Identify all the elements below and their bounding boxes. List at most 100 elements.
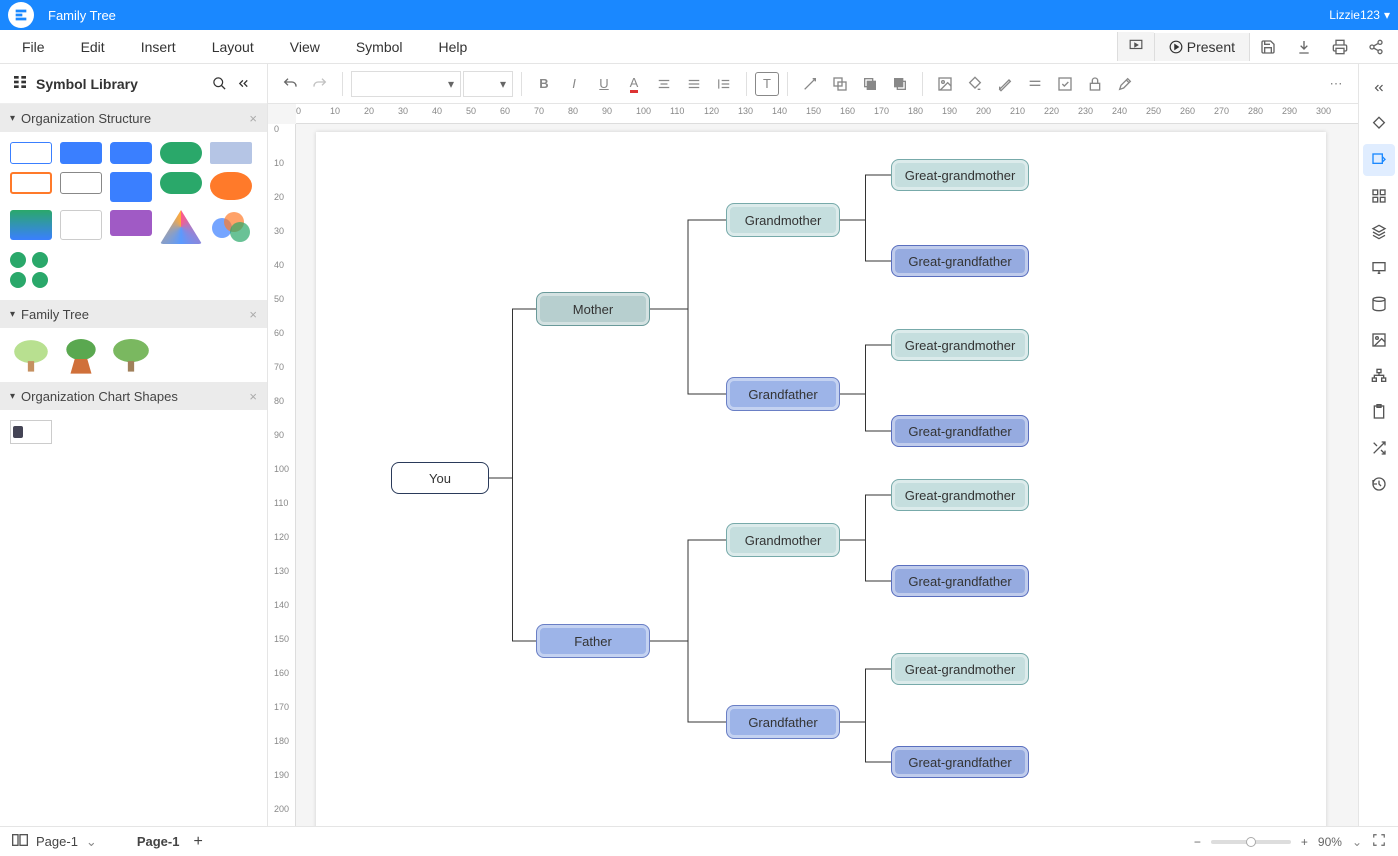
menu-file[interactable]: File (4, 39, 63, 55)
redo-button[interactable] (306, 70, 334, 98)
present-button[interactable]: Present (1154, 33, 1250, 61)
zoom-in-button[interactable]: + (1301, 835, 1308, 849)
shape-thumb[interactable] (210, 210, 252, 244)
connector-button[interactable] (796, 70, 824, 98)
page-select[interactable]: Page-1 (36, 834, 78, 849)
node-father[interactable]: Father (536, 624, 650, 658)
more-icon[interactable]: ⋯ (1322, 70, 1350, 98)
undo-button[interactable] (276, 70, 304, 98)
node-ggf4[interactable]: Great-grandfather (891, 746, 1029, 778)
close-icon[interactable]: × (249, 111, 257, 126)
tree-icon[interactable] (10, 338, 52, 372)
node-gm2[interactable]: Grandmother (726, 523, 840, 557)
fill-panel-icon[interactable] (1363, 108, 1395, 140)
shape-thumb[interactable] (60, 172, 102, 194)
shape-thumb[interactable] (160, 172, 202, 194)
shape-thumb[interactable] (10, 420, 52, 444)
shape-thumb[interactable] (160, 210, 202, 244)
slideshow-button[interactable] (1117, 32, 1154, 61)
menu-edit[interactable]: Edit (63, 39, 123, 55)
history-panel-icon[interactable] (1363, 468, 1395, 500)
shape-thumb[interactable] (160, 142, 202, 164)
shape-thumb[interactable] (210, 142, 252, 164)
zoom-level[interactable]: 90% (1318, 835, 1342, 849)
shape-thumb[interactable] (10, 142, 52, 164)
page[interactable]: You Mother Father Grandmother Grandfather Gra… (316, 132, 1326, 826)
app-logo[interactable] (8, 2, 34, 28)
font-color-button[interactable]: A (620, 70, 648, 98)
checkbox-button[interactable] (1051, 70, 1079, 98)
node-ggm4[interactable]: Great-grandmother (891, 653, 1029, 685)
bring-front-button[interactable] (856, 70, 884, 98)
shape-thumb[interactable] (110, 142, 152, 164)
send-back-button[interactable] (886, 70, 914, 98)
node-gf2[interactable]: Grandfather (726, 705, 840, 739)
image-panel-icon[interactable] (1363, 324, 1395, 356)
node-ggm1[interactable]: Great-grandmother (891, 159, 1029, 191)
page-tab[interactable]: Page-1 (137, 834, 180, 849)
grid-panel-icon[interactable] (1363, 180, 1395, 212)
close-icon[interactable]: × (249, 389, 257, 404)
shape-thumb[interactable] (10, 172, 52, 194)
group-button[interactable] (826, 70, 854, 98)
align-horizontal-button[interactable] (650, 70, 678, 98)
node-you[interactable]: You (391, 462, 489, 494)
close-icon[interactable]: × (249, 307, 257, 322)
image-button[interactable] (931, 70, 959, 98)
menu-layout[interactable]: Layout (194, 39, 272, 55)
shape-thumb[interactable] (110, 172, 152, 202)
tree-icon[interactable] (110, 338, 152, 372)
canvas[interactable]: 0102030405060708090100110120130140150160… (268, 104, 1358, 826)
node-ggf2[interactable]: Great-grandfather (891, 415, 1029, 447)
shape-thumb[interactable] (210, 172, 252, 200)
menu-help[interactable]: Help (421, 39, 486, 55)
print-button[interactable] (1322, 33, 1358, 61)
node-ggf1[interactable]: Great-grandfather (891, 245, 1029, 277)
shape-thumb[interactable] (60, 142, 102, 164)
org-panel-icon[interactable] (1363, 360, 1395, 392)
lock-button[interactable] (1081, 70, 1109, 98)
text-tool-button[interactable]: T (755, 72, 779, 96)
share-button[interactable] (1358, 33, 1394, 61)
zoom-slider[interactable] (1211, 840, 1291, 844)
tree-icon[interactable] (60, 338, 102, 372)
save-button[interactable] (1250, 33, 1286, 61)
layers-panel-icon[interactable] (1363, 216, 1395, 248)
menu-insert[interactable]: Insert (123, 39, 194, 55)
line-color-button[interactable] (991, 70, 1019, 98)
add-page-button[interactable]: + (193, 833, 202, 851)
shape-thumb[interactable] (60, 210, 102, 240)
chevron-down-icon[interactable]: ⌄ (1352, 835, 1362, 849)
zoom-out-button[interactable]: − (1194, 835, 1201, 849)
node-ggf3[interactable]: Great-grandfather (891, 565, 1029, 597)
align-vertical-button[interactable] (680, 70, 708, 98)
category-family-tree[interactable]: ▾Family Tree× (0, 300, 267, 328)
underline-button[interactable]: U (590, 70, 618, 98)
category-org-chart-shapes[interactable]: ▾Organization Chart Shapes× (0, 382, 267, 410)
node-gm1[interactable]: Grandmother (726, 203, 840, 237)
node-mother[interactable]: Mother (536, 292, 650, 326)
category-org-structure[interactable]: ▾Organization Structure× (0, 104, 267, 132)
clipboard-panel-icon[interactable] (1363, 396, 1395, 428)
menu-view[interactable]: View (272, 39, 338, 55)
font-size-select[interactable]: ▾ (463, 71, 513, 97)
theme-panel-icon[interactable] (1363, 144, 1395, 176)
fullscreen-button[interactable] (1372, 833, 1386, 850)
line-style-button[interactable] (1021, 70, 1049, 98)
node-ggm3[interactable]: Great-grandmother (891, 479, 1029, 511)
data-panel-icon[interactable] (1363, 288, 1395, 320)
fill-color-button[interactable] (961, 70, 989, 98)
node-ggm2[interactable]: Great-grandmother (891, 329, 1029, 361)
menu-symbol[interactable]: Symbol (338, 39, 421, 55)
shape-thumb[interactable] (10, 210, 52, 240)
chevron-down-icon[interactable]: ⌄ (86, 834, 97, 850)
shape-thumb[interactable] (10, 252, 52, 290)
node-gf1[interactable]: Grandfather (726, 377, 840, 411)
shape-thumb[interactable] (110, 210, 152, 236)
font-family-select[interactable]: ▾ (351, 71, 461, 97)
bold-button[interactable]: B (530, 70, 558, 98)
presentation-panel-icon[interactable] (1363, 252, 1395, 284)
search-icon[interactable] (207, 72, 231, 96)
user-menu[interactable]: Lizzie123 ▾ (1329, 8, 1390, 22)
tools-button[interactable] (1111, 70, 1139, 98)
